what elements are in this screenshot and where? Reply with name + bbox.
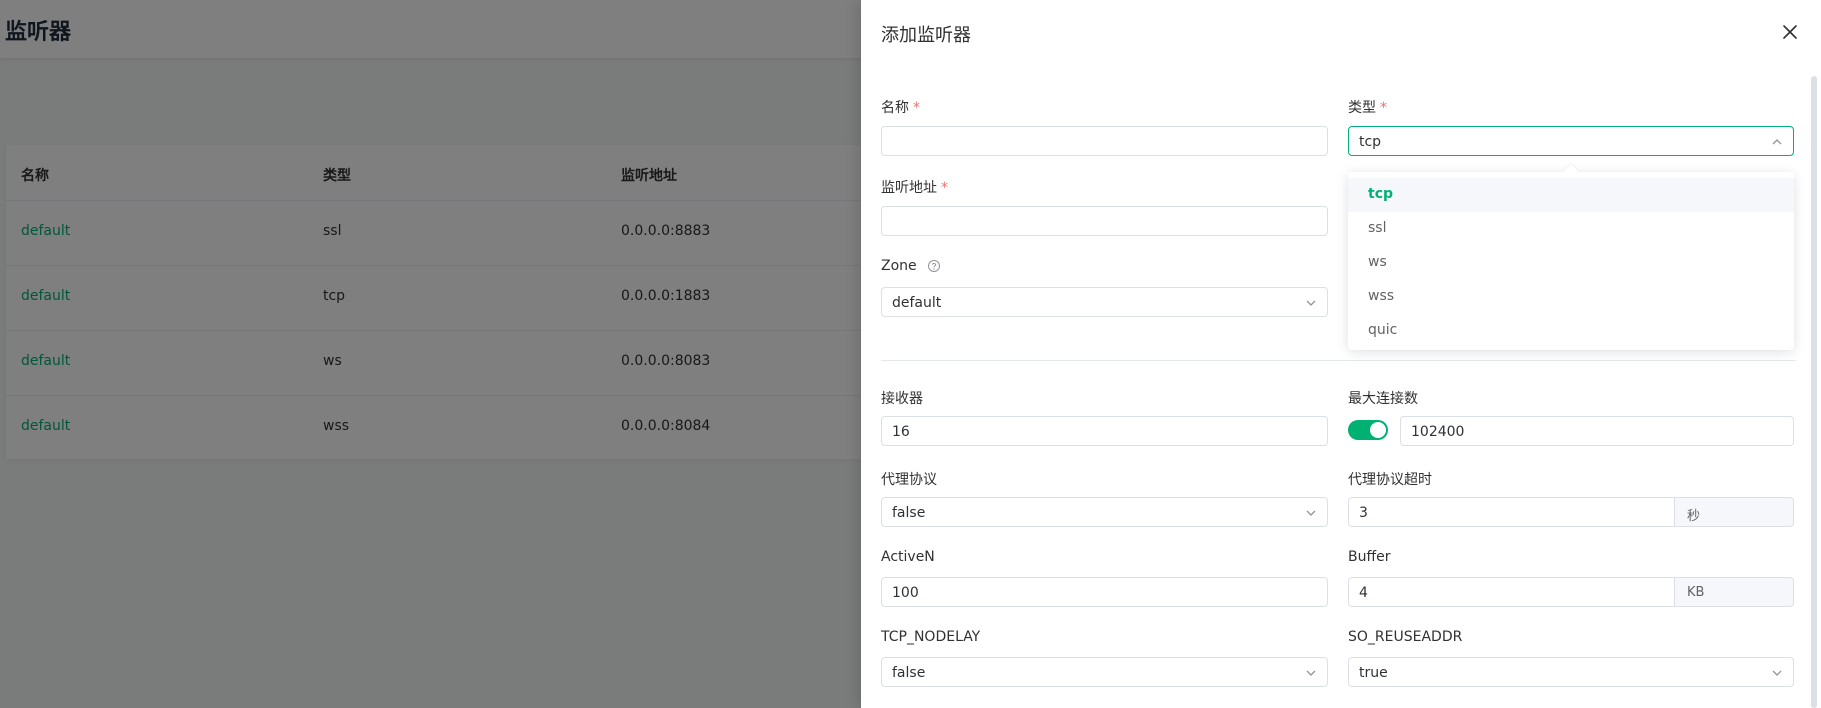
- dropdown-caret: [1563, 163, 1579, 179]
- name-label: 名称 *: [881, 100, 920, 116]
- activen-label: ActiveN: [881, 549, 935, 565]
- proxy-protocol-label: 代理协议: [881, 472, 937, 488]
- chevron-down-icon: [1306, 670, 1316, 676]
- proxy-timeout-label: 代理协议超时: [1348, 472, 1432, 488]
- proxy-timeout-unit: 秒: [1675, 497, 1794, 527]
- proxy-timeout-group: 3 秒: [1348, 497, 1794, 527]
- zone-label: Zone: [881, 258, 941, 274]
- proxy-timeout-input[interactable]: 3: [1348, 497, 1675, 527]
- zone-select[interactable]: default: [881, 287, 1328, 317]
- type-option-tcp[interactable]: tcp: [1348, 178, 1794, 212]
- so-reuseaddr-label: SO_REUSEADDR: [1348, 629, 1463, 645]
- toggle-knob: [1370, 422, 1386, 438]
- type-select[interactable]: tcp: [1348, 126, 1794, 156]
- chevron-down-icon: [1306, 510, 1316, 516]
- type-option-quic[interactable]: quic: [1348, 314, 1794, 348]
- drawer-title: 添加监听器: [881, 25, 971, 46]
- chevron-up-icon: [1772, 139, 1782, 145]
- type-option-ws[interactable]: ws: [1348, 246, 1794, 280]
- type-label: 类型 *: [1348, 100, 1387, 116]
- chevron-down-icon: [1772, 670, 1782, 676]
- so-reuseaddr-select[interactable]: true: [1348, 657, 1794, 687]
- type-dropdown: tcp ssl ws wss quic: [1348, 163, 1794, 350]
- buffer-label: Buffer: [1348, 549, 1391, 565]
- acceptors-label: 接收器: [881, 391, 923, 407]
- activen-input[interactable]: 100: [881, 577, 1328, 607]
- bind-label: 监听地址 *: [881, 180, 948, 196]
- add-listener-drawer: 添加监听器 名称 * 类型 * tcp 监听地址 * Zone default …: [861, 0, 1821, 708]
- close-icon: [1783, 25, 1797, 39]
- buffer-unit: KB: [1675, 577, 1794, 607]
- chevron-down-icon: [1306, 300, 1316, 306]
- max-connections-toggle[interactable]: [1348, 420, 1388, 440]
- tcp-nodelay-select[interactable]: false: [881, 657, 1328, 687]
- acceptors-input[interactable]: 16: [881, 416, 1328, 446]
- name-input[interactable]: [881, 126, 1328, 156]
- help-icon[interactable]: [927, 259, 941, 273]
- tcp-nodelay-label: TCP_NODELAY: [881, 629, 981, 645]
- type-option-ssl[interactable]: ssl: [1348, 212, 1794, 246]
- max-connections-input[interactable]: 102400: [1400, 416, 1794, 446]
- close-button[interactable]: [1778, 20, 1802, 44]
- buffer-group: 4 KB: [1348, 577, 1794, 607]
- section-divider: [881, 360, 1796, 361]
- max-connections-label: 最大连接数: [1348, 391, 1418, 407]
- drawer-scrollbar[interactable]: [1811, 76, 1817, 708]
- bind-address-input[interactable]: [881, 206, 1328, 236]
- proxy-protocol-select[interactable]: false: [881, 497, 1328, 527]
- type-option-wss[interactable]: wss: [1348, 280, 1794, 314]
- buffer-input[interactable]: 4: [1348, 577, 1675, 607]
